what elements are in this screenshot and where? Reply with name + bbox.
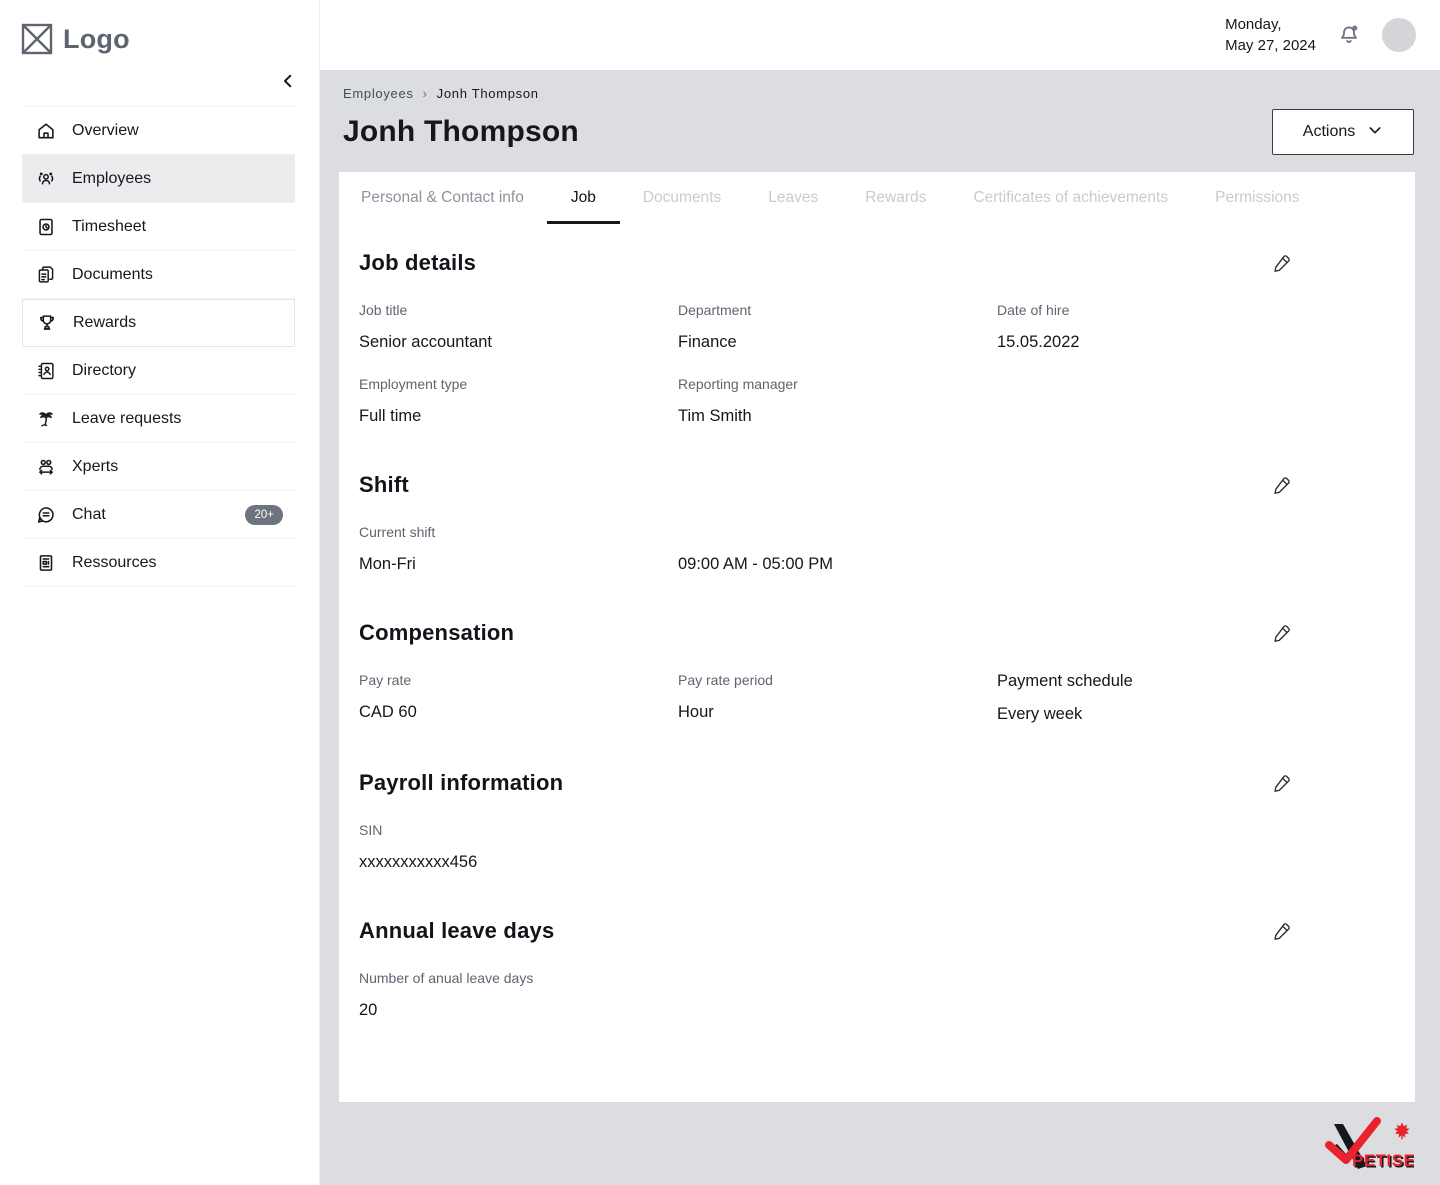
field-payment-schedule: Payment schedule Every week bbox=[997, 672, 1395, 724]
sidebar: Logo Overview Employees bbox=[0, 0, 320, 1185]
employee-detail-card: Personal & Contact info Job Documents Le… bbox=[339, 172, 1415, 1102]
current-date: Monday, May 27, 2024 bbox=[1225, 14, 1316, 56]
section-payroll-information: Payroll information SIN xxxxxxxxxxx456 bbox=[359, 724, 1395, 872]
sidebar-item-label: Documents bbox=[72, 266, 153, 284]
resources-icon bbox=[34, 551, 58, 575]
field-department: Department Finance bbox=[678, 302, 997, 352]
sidebar-item-employees[interactable]: Employees bbox=[22, 155, 295, 203]
section-job-details: Job details Job title Senior accountant … bbox=[359, 224, 1395, 426]
breadcrumb: Employees › Jonh Thompson bbox=[343, 86, 1414, 101]
field-job-title: Job title Senior accountant bbox=[359, 302, 678, 352]
sidebar-collapse-button[interactable] bbox=[279, 72, 297, 90]
palm-tree-icon bbox=[34, 407, 58, 431]
pencil-icon bbox=[1271, 262, 1293, 277]
sidebar-item-leave-requests[interactable]: Leave requests bbox=[22, 395, 295, 443]
section-compensation: Compensation Pay rate CAD 60 Pay rate pe… bbox=[359, 574, 1395, 724]
sidebar-item-directory[interactable]: Directory bbox=[22, 347, 295, 395]
section-title: Payroll information bbox=[359, 770, 563, 796]
sidebar-item-label: Xperts bbox=[72, 458, 118, 476]
section-title: Job details bbox=[359, 250, 476, 276]
tab-job[interactable]: Job bbox=[571, 172, 596, 224]
pencil-icon bbox=[1271, 930, 1293, 945]
field-pay-rate-period: Pay rate period Hour bbox=[678, 672, 997, 724]
section-title: Shift bbox=[359, 472, 409, 498]
section-shift: Shift Current shift Mon-Fri 09:00 AM bbox=[359, 426, 1395, 574]
sidebar-item-timesheet[interactable]: Timesheet bbox=[22, 203, 295, 251]
logo-text: Logo bbox=[63, 24, 130, 55]
sidebar-item-label: Chat bbox=[72, 506, 106, 524]
directory-icon bbox=[34, 359, 58, 383]
tab-rewards[interactable]: Rewards bbox=[865, 172, 926, 224]
timesheet-icon bbox=[34, 215, 58, 239]
sidebar-item-rewards[interactable]: Rewards bbox=[22, 299, 295, 347]
chat-icon bbox=[34, 503, 58, 527]
edit-job-details-button[interactable] bbox=[1269, 250, 1295, 276]
tab-permissions[interactable]: Permissions bbox=[1215, 172, 1299, 224]
chevron-left-icon bbox=[279, 78, 297, 93]
field-annual-leave-days: Number of anual leave days 20 bbox=[359, 970, 678, 1020]
section-title: Compensation bbox=[359, 620, 514, 646]
app-root: Logo Overview Employees bbox=[0, 0, 1440, 1185]
maple-leaf-icon bbox=[1394, 1122, 1409, 1139]
tab-personal-contact-info[interactable]: Personal & Contact info bbox=[361, 172, 524, 224]
documents-icon bbox=[34, 263, 58, 287]
actions-button-label: Actions bbox=[1303, 123, 1355, 141]
chevron-down-icon bbox=[1367, 122, 1383, 143]
sidebar-item-label: Overview bbox=[72, 122, 139, 140]
actions-button[interactable]: Actions bbox=[1272, 109, 1414, 155]
sidebar-item-documents[interactable]: Documents bbox=[22, 251, 295, 299]
pencil-icon bbox=[1271, 782, 1293, 797]
sidebar-item-chat[interactable]: Chat 20+ bbox=[22, 491, 295, 539]
edit-shift-button[interactable] bbox=[1269, 472, 1295, 498]
pencil-icon bbox=[1271, 632, 1293, 647]
field-sin: SIN xxxxxxxxxxx456 bbox=[359, 822, 678, 872]
xpetise-logo: PETISE PETISE bbox=[1322, 1114, 1414, 1172]
page-title: Jonh Thompson bbox=[343, 115, 579, 149]
breadcrumb-employees-link[interactable]: Employees bbox=[343, 86, 414, 101]
field-current-shift-days: Current shift Mon-Fri bbox=[359, 524, 678, 574]
edit-payroll-information-button[interactable] bbox=[1269, 770, 1295, 796]
chat-unread-badge: 20+ bbox=[245, 505, 283, 525]
employees-icon bbox=[34, 167, 58, 191]
sidebar-item-label: Employees bbox=[72, 170, 151, 188]
field-date-of-hire: Date of hire 15.05.2022 bbox=[997, 302, 1395, 352]
sidebar-item-xperts[interactable]: Xperts bbox=[22, 443, 295, 491]
field-current-shift-hours: 09:00 AM - 05:00 PM bbox=[678, 524, 997, 574]
edit-annual-leave-days-button[interactable] bbox=[1269, 918, 1295, 944]
bell-icon bbox=[1336, 36, 1362, 51]
sidebar-menu: Overview Employees Timesheet Documents bbox=[22, 106, 295, 587]
brand-rest-text: PETISE bbox=[1352, 1151, 1414, 1170]
home-icon bbox=[34, 119, 58, 143]
section-annual-leave-days: Annual leave days Number of anual leave … bbox=[359, 872, 1395, 1020]
breadcrumb-separator: › bbox=[423, 86, 428, 101]
tab-documents[interactable]: Documents bbox=[643, 172, 721, 224]
tabs: Personal & Contact info Job Documents Le… bbox=[359, 172, 1395, 224]
page-head: Employees › Jonh Thompson Jonh Thompson … bbox=[320, 70, 1440, 155]
sidebar-item-overview[interactable]: Overview bbox=[22, 107, 295, 155]
section-title: Annual leave days bbox=[359, 918, 554, 944]
field-reporting-manager: Reporting manager Tim Smith bbox=[678, 376, 997, 426]
breadcrumb-current: Jonh Thompson bbox=[437, 86, 539, 101]
notifications-button[interactable] bbox=[1336, 22, 1362, 48]
topbar: Monday, May 27, 2024 bbox=[320, 0, 1440, 70]
logo[interactable]: Logo bbox=[0, 0, 319, 56]
tab-leaves[interactable]: Leaves bbox=[768, 172, 818, 224]
edit-compensation-button[interactable] bbox=[1269, 620, 1295, 646]
sidebar-item-label: Rewards bbox=[73, 314, 136, 332]
tab-certificates[interactable]: Certificates of achievements bbox=[973, 172, 1168, 224]
trophy-icon bbox=[35, 311, 59, 335]
pencil-icon bbox=[1271, 484, 1293, 499]
field-employment-type: Employment type Full time bbox=[359, 376, 678, 426]
logo-placeholder-icon bbox=[20, 22, 54, 56]
sidebar-item-label: Directory bbox=[72, 362, 136, 380]
sidebar-item-label: Ressources bbox=[72, 554, 156, 572]
field-pay-rate: Pay rate CAD 60 bbox=[359, 672, 678, 724]
main-area: Monday, May 27, 2024 Employees › Jonh Th… bbox=[320, 0, 1440, 1185]
footer: PETISE PETISE bbox=[320, 1102, 1440, 1184]
xperts-icon bbox=[34, 455, 58, 479]
sidebar-item-label: Leave requests bbox=[72, 410, 181, 428]
sidebar-item-label: Timesheet bbox=[72, 218, 146, 236]
sidebar-item-ressources[interactable]: Ressources bbox=[22, 539, 295, 587]
avatar[interactable] bbox=[1382, 18, 1416, 52]
